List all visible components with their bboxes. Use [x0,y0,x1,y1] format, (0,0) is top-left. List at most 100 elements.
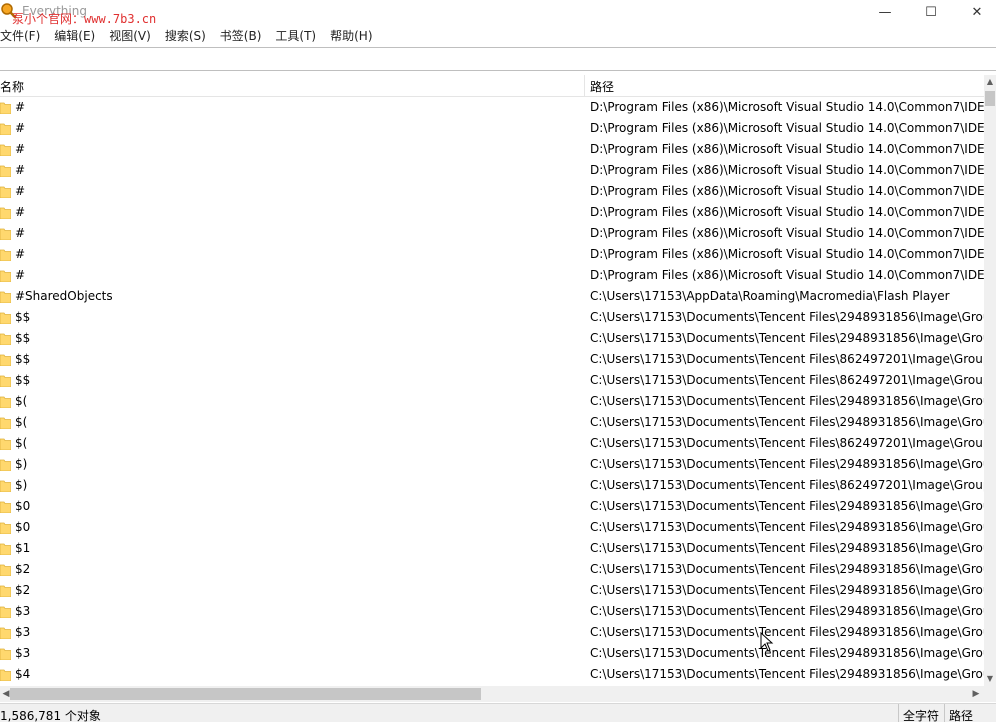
scroll-up-arrow-icon[interactable]: ▲ [984,75,996,89]
result-row[interactable]: $(C:\Users\17153\Documents\Tencent Files… [0,412,984,433]
folder-icon [0,102,11,114]
result-name: $3 [15,625,31,639]
result-row[interactable]: $$ C:\Users\17153\Documents\Tencent Files… [0,370,984,391]
result-path: C:\Users\17153\Documents\Tencent Files\2… [590,562,984,576]
result-row[interactable]: # D:\Program Files (x86)\Microsoft Visual… [0,118,984,139]
result-row[interactable]: $) C:\Users\17153\Documents\Tencent Files… [0,475,984,496]
result-row[interactable]: $$ C:\Users\17153\Documents\Tencent Files… [0,349,984,370]
result-row[interactable]: $4 C:\Users\17153\Documents\Tencent Files… [0,664,984,685]
vertical-scrollbar[interactable]: ▲ ▼ [984,75,996,686]
menu-item[interactable]: 书签(B) [220,25,269,45]
folder-icon [0,123,11,135]
result-row[interactable]: $2 C:\Users\17153\Documents\Tencent Files… [0,559,984,580]
result-row[interactable]: # D:\Program Files (x86)\Microsoft Visual… [0,181,984,202]
result-path: C:\Users\17153\Documents\Tencent Files\2… [590,310,984,324]
result-name: $0 [15,499,31,513]
folder-icon [0,648,11,660]
column-resize-handle[interactable] [584,75,585,96]
result-path: D:\Program Files (x86)\Microsoft Visual … [590,142,984,156]
vertical-scroll-thumb[interactable] [985,91,995,106]
folder-icon [0,165,11,177]
result-row[interactable]: $$ C:\Users\17153\Documents\Tencent Files… [0,328,984,349]
result-row[interactable]: # D:\Program Files (x86)\Microsoft Visual… [0,160,984,181]
search-input[interactable] [0,48,996,68]
folder-icon [0,144,11,156]
close-button[interactable]: ✕ [954,0,996,24]
folder-icon [0,375,11,387]
status-bar: 1,586,781 个对象 全字符 路径 [0,703,996,724]
result-name: $( [15,394,28,408]
result-name: $$ [15,352,31,366]
result-name: $1 [15,541,31,555]
scroll-down-arrow-icon[interactable]: ▼ [984,672,996,686]
result-name: $3 [15,604,31,618]
result-path: C:\Users\17153\Documents\Tencent Files\8… [590,373,984,387]
result-path: D:\Program Files (x86)\Microsoft Visual … [590,121,984,135]
maximize-button[interactable]: ☐ [908,0,954,24]
result-name: # [15,184,26,198]
result-name: #SharedObjects [15,289,113,303]
scroll-right-arrow-icon[interactable]: ▶ [970,686,982,702]
menu-item[interactable]: 文件(F) [0,25,47,45]
result-path: C:\Users\17153\Documents\Tencent Files\2… [590,520,984,534]
result-list: # D:\Program Files (x86)\Microsoft Visual… [0,97,984,686]
match-mode-label[interactable]: 全字符 [903,707,939,724]
result-name: $2 [15,562,31,576]
result-row[interactable]: $3 C:\Users\17153\Documents\Tencent Files… [0,622,984,643]
folder-icon [0,669,11,681]
menu-item[interactable]: 工具(T) [275,25,323,45]
result-name: # [15,268,26,282]
result-row[interactable]: # D:\Program Files (x86)\Microsoft Visual… [0,202,984,223]
result-name: # [15,205,26,219]
column-header-path[interactable]: 路径 [590,78,614,95]
result-name: $) [15,457,28,471]
result-path: C:\Users\17153\Documents\Tencent Files\2… [590,331,984,345]
result-path: D:\Program Files (x86)\Microsoft Visual … [590,226,984,240]
result-row[interactable]: $3 C:\Users\17153\Documents\Tencent Files… [0,601,984,622]
result-name: $0 [15,520,31,534]
status-divider [944,704,945,722]
result-path: C:\Users\17153\Documents\Tencent Files\2… [590,646,984,660]
menu-item[interactable]: 搜索(S) [165,25,213,45]
result-row[interactable]: $0 C:\Users\17153\Documents\Tencent Files… [0,496,984,517]
result-row[interactable]: $3 C:\Users\17153\Documents\Tencent Files… [0,643,984,664]
folder-icon [0,417,11,429]
result-row[interactable]: # D:\Program Files (x86)\Microsoft Visual… [0,97,984,118]
minimize-button[interactable]: — [862,0,908,24]
folder-icon [0,522,11,534]
folder-icon [0,438,11,450]
result-row[interactable]: #SharedObjects C:\Users\17153\AppData\Roa… [0,286,984,307]
result-path: C:\Users\17153\Documents\Tencent Files\2… [590,604,984,618]
menu-item[interactable]: 编辑(E) [54,25,102,45]
result-row[interactable]: $) C:\Users\17153\Documents\Tencent Files… [0,454,984,475]
menu-item[interactable]: 视图(V) [109,25,158,45]
result-row[interactable]: $0 C:\Users\17153\Documents\Tencent Files… [0,517,984,538]
folder-icon [0,396,11,408]
folder-icon [0,312,11,324]
result-name: # [15,121,26,135]
result-row[interactable]: $$ C:\Users\17153\Documents\Tencent Files… [0,307,984,328]
menu-item[interactable]: 帮助(H) [330,25,379,45]
result-row[interactable]: # D:\Program Files (x86)\Microsoft Visual… [0,265,984,286]
column-header-name[interactable]: 名称 [0,78,24,95]
result-row[interactable]: # D:\Program Files (x86)\Microsoft Visual… [0,223,984,244]
result-name: $3 [15,646,31,660]
result-name: # [15,247,26,261]
result-name: $$ [15,310,31,324]
result-name: $) [15,478,28,492]
result-name: $2 [15,583,31,597]
result-row[interactable]: # D:\Program Files (x86)\Microsoft Visual… [0,244,984,265]
result-path: D:\Program Files (x86)\Microsoft Visual … [590,100,984,114]
horizontal-scrollbar[interactable]: ◀ ▶ [0,686,984,702]
result-row[interactable]: $(C:\Users\17153\Documents\Tencent Files… [0,433,984,454]
result-path: C:\Users\17153\Documents\Tencent Files\2… [590,541,984,555]
result-path: C:\Users\17153\Documents\Tencent Files\8… [590,478,984,492]
result-row[interactable]: $(C:\Users\17153\Documents\Tencent Files… [0,391,984,412]
path-mode-label[interactable]: 路径 [949,707,973,724]
horizontal-scroll-thumb[interactable] [10,688,481,700]
result-path: D:\Program Files (x86)\Microsoft Visual … [590,163,984,177]
result-row[interactable]: # D:\Program Files (x86)\Microsoft Visual… [0,139,984,160]
folder-icon [0,564,11,576]
result-row[interactable]: $2 C:\Users\17153\Documents\Tencent Files… [0,580,984,601]
result-row[interactable]: $1 C:\Users\17153\Documents\Tencent Files… [0,538,984,559]
